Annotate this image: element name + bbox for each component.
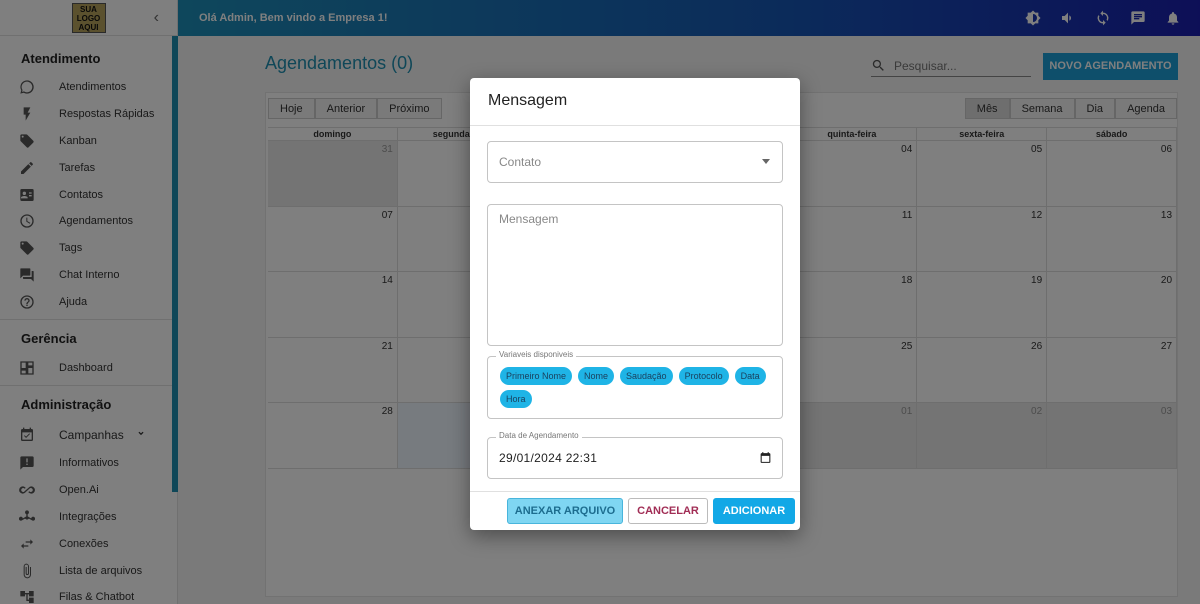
calendar-icon[interactable] xyxy=(759,451,772,469)
contact-placeholder: Contato xyxy=(499,155,542,169)
schedule-date-value[interactable]: 29/01/2024 22:31 xyxy=(499,451,597,465)
contact-select[interactable]: Contato xyxy=(487,141,783,183)
schedule-date-field[interactable]: Data de Agendamento 29/01/2024 22:31 xyxy=(487,431,783,479)
attach-file-button[interactable]: ANEXAR ARQUIVO xyxy=(507,498,623,524)
variable-chip[interactable]: Protocolo xyxy=(678,367,729,385)
variable-chip[interactable]: Data xyxy=(734,367,766,385)
variable-chip[interactable]: Saudação xyxy=(620,367,673,385)
message-placeholder: Mensagem xyxy=(499,212,559,226)
schedule-date-label: Data de Agendamento xyxy=(496,431,582,440)
dialog-title: Mensagem xyxy=(470,78,800,126)
add-button[interactable]: ADICIONAR xyxy=(713,498,795,524)
variable-chip[interactable]: Primeiro Nome xyxy=(500,367,573,385)
variables-label: Variaveis disponiveis xyxy=(496,350,577,359)
dropdown-arrow-icon[interactable] xyxy=(762,159,770,164)
variable-chip[interactable]: Nome xyxy=(578,367,615,385)
footer-divider xyxy=(470,491,800,492)
message-dialog: Mensagem Contato Mensagem Variaveis disp… xyxy=(470,78,800,530)
message-textarea[interactable]: Mensagem xyxy=(487,204,783,346)
variable-chip[interactable]: Hora xyxy=(500,390,532,408)
cancel-button[interactable]: CANCELAR xyxy=(628,498,708,524)
variables-box: Variaveis disponiveis Primeiro Nome Nome S… xyxy=(487,350,783,419)
